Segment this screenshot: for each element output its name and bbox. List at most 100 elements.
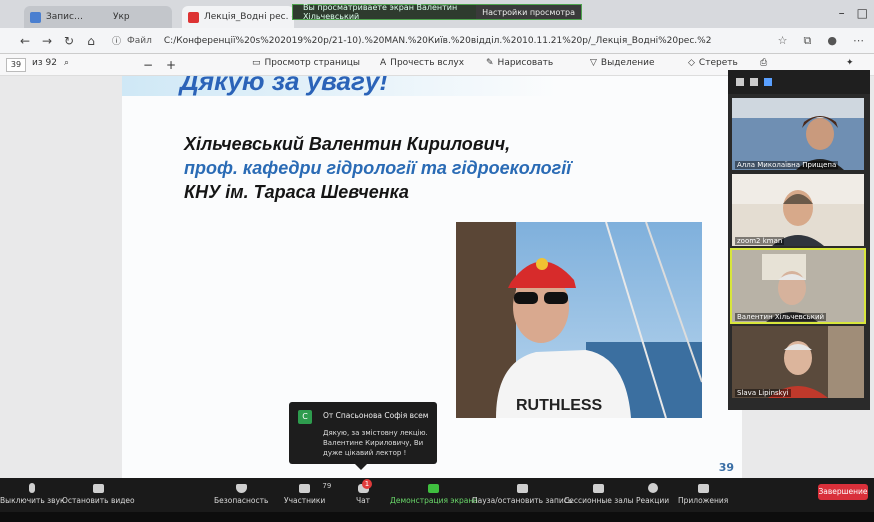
chat-unread-badge: 1 [362,479,372,489]
strip-view-icon[interactable] [764,78,772,86]
share-screen-button[interactable]: Демонстрация экрана [390,480,478,505]
minimize-icon[interactable]: – [839,6,845,20]
participants-label: Участники [284,496,326,505]
tab-extra-label: Укр [112,12,130,22]
profile-icon[interactable]: ● [827,34,837,48]
url-text: C:/Конференції%20s%202019%20p/21-10).%20… [163,35,712,46]
stop-video-button[interactable]: Остановить видео [62,480,135,505]
author-photo: RUTHLESS [456,222,702,418]
page-view-button[interactable]: ▭ Просмотр страницы [252,58,360,68]
pause-record-button[interactable]: Пауза/остановить запись [472,480,572,505]
author-photo-image: RUTHLESS [456,222,702,418]
grid-icon [590,480,608,496]
address-bar: ← → ↻ ⌂ ⓘ Файл C:/Конференції%20s%202019… [0,28,874,54]
speaker-view-icon[interactable] [736,78,744,86]
chat-sender: От Спасьонова Софія всем [323,411,429,420]
draw-button[interactable]: ✎ Нарисовать [486,58,553,68]
zoom-in-button[interactable]: + [166,58,176,72]
highlight-button[interactable]: ▽ Выделение [590,58,655,68]
participant-name: Алла Миколаївна Прищепа [735,161,839,169]
home-icon[interactable]: ⌂ [80,34,102,48]
participant-tile[interactable]: zoom2 kman [732,174,864,246]
erase-button[interactable]: ◇ Стереть [688,58,738,68]
participant-name: Slava Lipinskyi [735,389,791,397]
chat-message: Дякую, за змістовну лекцію. Валентине Ки… [323,429,428,457]
zoom-meeting-controls: Выключить звук Остановить видео Безопасн… [0,478,874,512]
video-camera-icon [89,480,107,496]
security-button[interactable]: Безопасность [214,480,268,505]
apps-button[interactable]: Приложения [678,480,728,505]
participant-name: zoom2 kman [735,237,785,245]
participant-video [732,326,864,398]
mute-button[interactable]: Выключить звук [0,480,65,505]
participants-icon [296,480,314,496]
highlight-icon: ▽ [590,58,597,68]
browser-tab-recording[interactable]: Запис… Укр [24,6,172,28]
collections-icon[interactable]: ⧉ [804,34,812,48]
pause-record-label: Пауза/остановить запись [472,496,573,505]
reload-icon[interactable]: ↻ [58,34,80,48]
pdf-favicon-icon [188,11,199,23]
participant-name: Валентин Хільчевський [735,313,827,321]
participant-tile[interactable]: Алла Миколаївна Прищепа [732,98,864,170]
chat-notification-popup[interactable]: С От Спасьонова Софія всем Дякую, за змі… [289,402,437,470]
address-bar-actions: ☆ ⧉ ● ⋯ [778,34,864,48]
browser-tab-strip: Запис… Укр Лекція_Водні рес. -глоб… Вы п… [0,0,874,28]
share-notice-text: Вы просматриваете экран Валентин Хільчев… [303,3,458,21]
reactions-label: Реакции [636,496,670,505]
participant-tile[interactable]: Slava Lipinskyi [732,326,864,398]
participants-count: 79 [322,482,332,490]
more-icon[interactable]: ⋯ [853,34,864,48]
tab-label: Лекція_Водні рес. -глоб… [204,12,294,22]
gallery-view-controls [728,70,870,94]
draw-label: Нарисовать [497,58,554,68]
author-name: Хільчевський Валентин Кирилович, [184,134,511,154]
microphone-icon [23,480,41,496]
url-prefix: Файл [127,35,152,46]
screen-share-notice: Вы просматриваете экран Валентин Хільчев… [292,3,582,21]
print-icon[interactable]: ⎙ [760,58,767,68]
read-aloud-button[interactable]: A Прочесть вслух [380,58,464,68]
window-controls: – □ [839,6,868,20]
screen-bezel [0,512,874,522]
participant-video [732,98,864,170]
svg-text:RUTHLESS: RUTHLESS [516,397,603,414]
popup-tail [355,464,367,470]
participant-video [732,174,864,246]
participant-video [732,250,864,322]
mute-label: Выключить звук [0,496,65,505]
tab-label: Запис… [46,12,83,22]
stop-video-label: Остановить видео [62,496,135,505]
highlight-label: Выделение [600,58,655,68]
info-icon: ⓘ [112,37,122,47]
participants-button[interactable]: 79 Участники [284,480,331,505]
shield-icon [232,480,250,496]
maximize-icon[interactable]: □ [857,6,868,20]
breakout-rooms-button[interactable]: Сессионные залы [564,480,634,505]
page-view-label: Просмотр страницы [264,58,360,68]
breakout-rooms-label: Сессионные залы [564,496,634,505]
browser-tab-pdf[interactable]: Лекція_Водні рес. -глоб… [182,6,294,28]
back-icon[interactable]: ← [14,34,36,48]
gallery-view-icon[interactable] [750,78,758,86]
view-options-button[interactable]: Настройки просмотра [476,5,581,19]
participant-tile-active-speaker[interactable]: Валентин Хільчевський [730,248,866,324]
forward-icon[interactable]: → [36,34,58,48]
search-icon[interactable]: ⌕ [64,58,69,68]
eraser-icon: ◇ [688,58,695,68]
zoom-out-button[interactable]: − [143,58,153,72]
read-aloud-label: Прочесть вслух [390,58,465,68]
security-label: Безопасность [214,496,269,505]
page-number-input[interactable]: 39 [6,57,26,72]
page-view-icon: ▭ [252,58,261,68]
favorite-icon[interactable]: ☆ [778,34,788,48]
chat-label: Чат [355,496,371,505]
reactions-button[interactable]: Реакции [636,480,669,505]
url-field[interactable]: ⓘ Файл C:/Конференції%20s%202019%20p/21-… [112,34,712,48]
pin-icon[interactable]: ✦ [846,58,854,68]
participant-gallery: Алла Миколаївна Прищепа zoom2 kman Вален… [728,70,870,410]
chat-button[interactable]: 1 Чат [354,479,372,505]
end-meeting-button[interactable]: Завершение [818,484,868,500]
pause-icon [513,480,531,496]
slide-page-number: 39 [718,461,734,474]
